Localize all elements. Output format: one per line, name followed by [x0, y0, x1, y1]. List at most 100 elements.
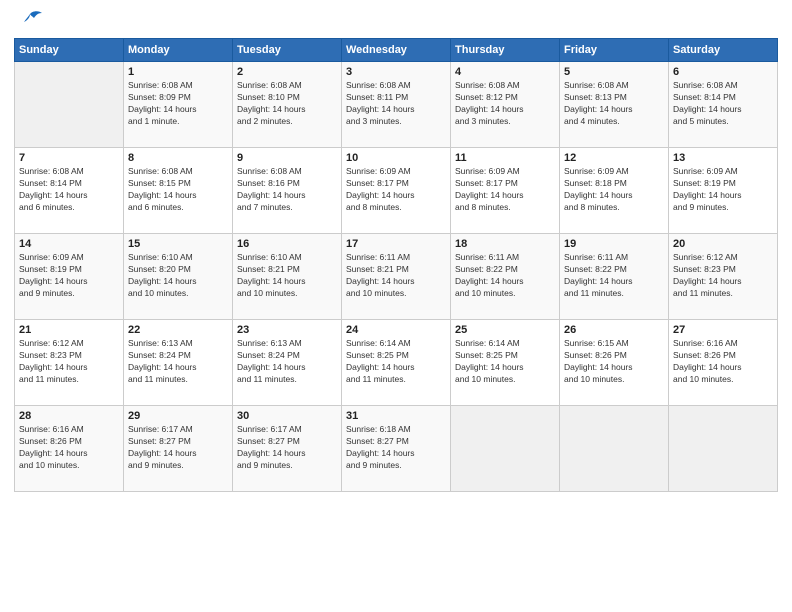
- calendar-cell: 27 Sunrise: 6:16 AMSunset: 8:26 PMDayligh…: [669, 320, 778, 406]
- page-container: SundayMondayTuesdayWednesdayThursdayFrid…: [0, 0, 792, 502]
- calendar-header-tuesday: Tuesday: [233, 39, 342, 62]
- calendar-cell: 1 Sunrise: 6:08 AMSunset: 8:09 PMDaylight…: [124, 62, 233, 148]
- day-info: Sunrise: 6:08 AMSunset: 8:16 PMDaylight:…: [237, 166, 337, 214]
- day-number: 4: [455, 66, 555, 78]
- day-number: 30: [237, 410, 337, 422]
- calendar-cell: 15 Sunrise: 6:10 AMSunset: 8:20 PMDayligh…: [124, 234, 233, 320]
- day-info: Sunrise: 6:17 AMSunset: 8:27 PMDaylight:…: [128, 424, 228, 472]
- day-info: Sunrise: 6:08 AMSunset: 8:13 PMDaylight:…: [564, 80, 664, 128]
- day-number: 13: [673, 152, 773, 164]
- calendar-cell: 17Sunrise: 6:11 AMSunset: 8:21 PMDayligh…: [342, 234, 451, 320]
- day-info: Sunrise: 6:09 AMSunset: 8:19 PMDaylight:…: [673, 166, 773, 214]
- day-info: Sunrise: 6:12 AMSunset: 8:23 PMDaylight:…: [19, 338, 119, 386]
- calendar-cell: 14 Sunrise: 6:09 AMSunset: 8:19 PMDayligh…: [15, 234, 124, 320]
- day-info: Sunrise: 6:16 AMSunset: 8:26 PMDaylight:…: [673, 338, 773, 386]
- calendar-cell: 23Sunrise: 6:13 AMSunset: 8:24 PMDayligh…: [233, 320, 342, 406]
- calendar-header-monday: Monday: [124, 39, 233, 62]
- day-info: Sunrise: 6:08 AMSunset: 8:14 PMDaylight:…: [19, 166, 119, 214]
- day-number: 8: [128, 152, 228, 164]
- calendar-cell: 26 Sunrise: 6:15 AMSunset: 8:26 PMDayligh…: [560, 320, 669, 406]
- day-info: Sunrise: 6:08 AMSunset: 8:14 PMDaylight:…: [673, 80, 773, 128]
- day-info: Sunrise: 6:08 AMSunset: 8:10 PMDaylight:…: [237, 80, 337, 128]
- day-number: 31: [346, 410, 446, 422]
- calendar-week-4: 21 Sunrise: 6:12 AMSunset: 8:23 PMDayligh…: [15, 320, 778, 406]
- calendar-cell: 25 Sunrise: 6:14 AMSunset: 8:25 PMDayligh…: [451, 320, 560, 406]
- day-number: 14: [19, 238, 119, 250]
- calendar-cell: 9 Sunrise: 6:08 AMSunset: 8:16 PMDaylight…: [233, 148, 342, 234]
- day-info: Sunrise: 6:10 AMSunset: 8:21 PMDaylight:…: [237, 252, 337, 300]
- calendar-cell: 22Sunrise: 6:13 AMSunset: 8:24 PMDayligh…: [124, 320, 233, 406]
- calendar-cell: 19 Sunrise: 6:11 AMSunset: 8:22 PMDayligh…: [560, 234, 669, 320]
- day-info: Sunrise: 6:12 AMSunset: 8:23 PMDaylight:…: [673, 252, 773, 300]
- header: [14, 10, 778, 32]
- day-number: 18: [455, 238, 555, 250]
- day-number: 23: [237, 324, 337, 336]
- day-number: 20: [673, 238, 773, 250]
- calendar-cell: 6 Sunrise: 6:08 AMSunset: 8:14 PMDaylight…: [669, 62, 778, 148]
- day-number: 26: [564, 324, 664, 336]
- calendar-cell: 31 Sunrise: 6:18 AMSunset: 8:27 PMDayligh…: [342, 406, 451, 492]
- day-info: Sunrise: 6:09 AMSunset: 8:17 PMDaylight:…: [455, 166, 555, 214]
- day-info: Sunrise: 6:10 AMSunset: 8:20 PMDaylight:…: [128, 252, 228, 300]
- day-number: 25: [455, 324, 555, 336]
- calendar-table: SundayMondayTuesdayWednesdayThursdayFrid…: [14, 38, 778, 492]
- day-number: 21: [19, 324, 119, 336]
- day-number: 17: [346, 238, 446, 250]
- calendar-header-thursday: Thursday: [451, 39, 560, 62]
- logo: [14, 10, 44, 32]
- day-number: 2: [237, 66, 337, 78]
- day-number: 27: [673, 324, 773, 336]
- calendar-cell: 10 Sunrise: 6:09 AMSunset: 8:17 PMDayligh…: [342, 148, 451, 234]
- day-info: Sunrise: 6:15 AMSunset: 8:26 PMDaylight:…: [564, 338, 664, 386]
- calendar-header-sunday: Sunday: [15, 39, 124, 62]
- calendar-cell: 30Sunrise: 6:17 AMSunset: 8:27 PMDayligh…: [233, 406, 342, 492]
- day-info: Sunrise: 6:13 AMSunset: 8:24 PMDaylight:…: [128, 338, 228, 386]
- day-number: 16: [237, 238, 337, 250]
- day-number: 9: [237, 152, 337, 164]
- calendar-cell: 7 Sunrise: 6:08 AMSunset: 8:14 PMDaylight…: [15, 148, 124, 234]
- calendar-cell: 5 Sunrise: 6:08 AMSunset: 8:13 PMDaylight…: [560, 62, 669, 148]
- day-number: 10: [346, 152, 446, 164]
- day-info: Sunrise: 6:18 AMSunset: 8:27 PMDaylight:…: [346, 424, 446, 472]
- logo-bird-icon: [16, 10, 44, 36]
- calendar-week-3: 14 Sunrise: 6:09 AMSunset: 8:19 PMDayligh…: [15, 234, 778, 320]
- day-info: Sunrise: 6:09 AMSunset: 8:17 PMDaylight:…: [346, 166, 446, 214]
- calendar-cell: [451, 406, 560, 492]
- calendar-header-friday: Friday: [560, 39, 669, 62]
- calendar-cell: 21 Sunrise: 6:12 AMSunset: 8:23 PMDayligh…: [15, 320, 124, 406]
- calendar-cell: [669, 406, 778, 492]
- day-info: Sunrise: 6:14 AMSunset: 8:25 PMDaylight:…: [455, 338, 555, 386]
- calendar-cell: 28Sunrise: 6:16 AMSunset: 8:26 PMDayligh…: [15, 406, 124, 492]
- day-number: 15: [128, 238, 228, 250]
- day-number: 3: [346, 66, 446, 78]
- calendar-cell: 8 Sunrise: 6:08 AMSunset: 8:15 PMDaylight…: [124, 148, 233, 234]
- day-number: 6: [673, 66, 773, 78]
- day-number: 5: [564, 66, 664, 78]
- calendar-cell: 4 Sunrise: 6:08 AMSunset: 8:12 PMDaylight…: [451, 62, 560, 148]
- calendar-week-2: 7 Sunrise: 6:08 AMSunset: 8:14 PMDaylight…: [15, 148, 778, 234]
- day-info: Sunrise: 6:08 AMSunset: 8:09 PMDaylight:…: [128, 80, 228, 128]
- day-info: Sunrise: 6:09 AMSunset: 8:19 PMDaylight:…: [19, 252, 119, 300]
- calendar-cell: 20 Sunrise: 6:12 AMSunset: 8:23 PMDayligh…: [669, 234, 778, 320]
- day-number: 7: [19, 152, 119, 164]
- day-number: 11: [455, 152, 555, 164]
- calendar-cell: 12Sunrise: 6:09 AMSunset: 8:18 PMDayligh…: [560, 148, 669, 234]
- day-info: Sunrise: 6:08 AMSunset: 8:11 PMDaylight:…: [346, 80, 446, 128]
- calendar-cell: 16 Sunrise: 6:10 AMSunset: 8:21 PMDayligh…: [233, 234, 342, 320]
- day-number: 24: [346, 324, 446, 336]
- calendar-cell: 3 Sunrise: 6:08 AMSunset: 8:11 PMDaylight…: [342, 62, 451, 148]
- day-info: Sunrise: 6:08 AMSunset: 8:15 PMDaylight:…: [128, 166, 228, 214]
- day-info: Sunrise: 6:08 AMSunset: 8:12 PMDaylight:…: [455, 80, 555, 128]
- calendar-header-wednesday: Wednesday: [342, 39, 451, 62]
- calendar-cell: [15, 62, 124, 148]
- day-number: 19: [564, 238, 664, 250]
- calendar-header-row: SundayMondayTuesdayWednesdayThursdayFrid…: [15, 39, 778, 62]
- calendar-cell: 13 Sunrise: 6:09 AMSunset: 8:19 PMDayligh…: [669, 148, 778, 234]
- day-number: 12: [564, 152, 664, 164]
- calendar-cell: 2 Sunrise: 6:08 AMSunset: 8:10 PMDaylight…: [233, 62, 342, 148]
- calendar-header-saturday: Saturday: [669, 39, 778, 62]
- day-info: Sunrise: 6:14 AMSunset: 8:25 PMDaylight:…: [346, 338, 446, 386]
- day-info: Sunrise: 6:11 AMSunset: 8:22 PMDaylight:…: [564, 252, 664, 300]
- day-number: 1: [128, 66, 228, 78]
- calendar-week-1: 1 Sunrise: 6:08 AMSunset: 8:09 PMDaylight…: [15, 62, 778, 148]
